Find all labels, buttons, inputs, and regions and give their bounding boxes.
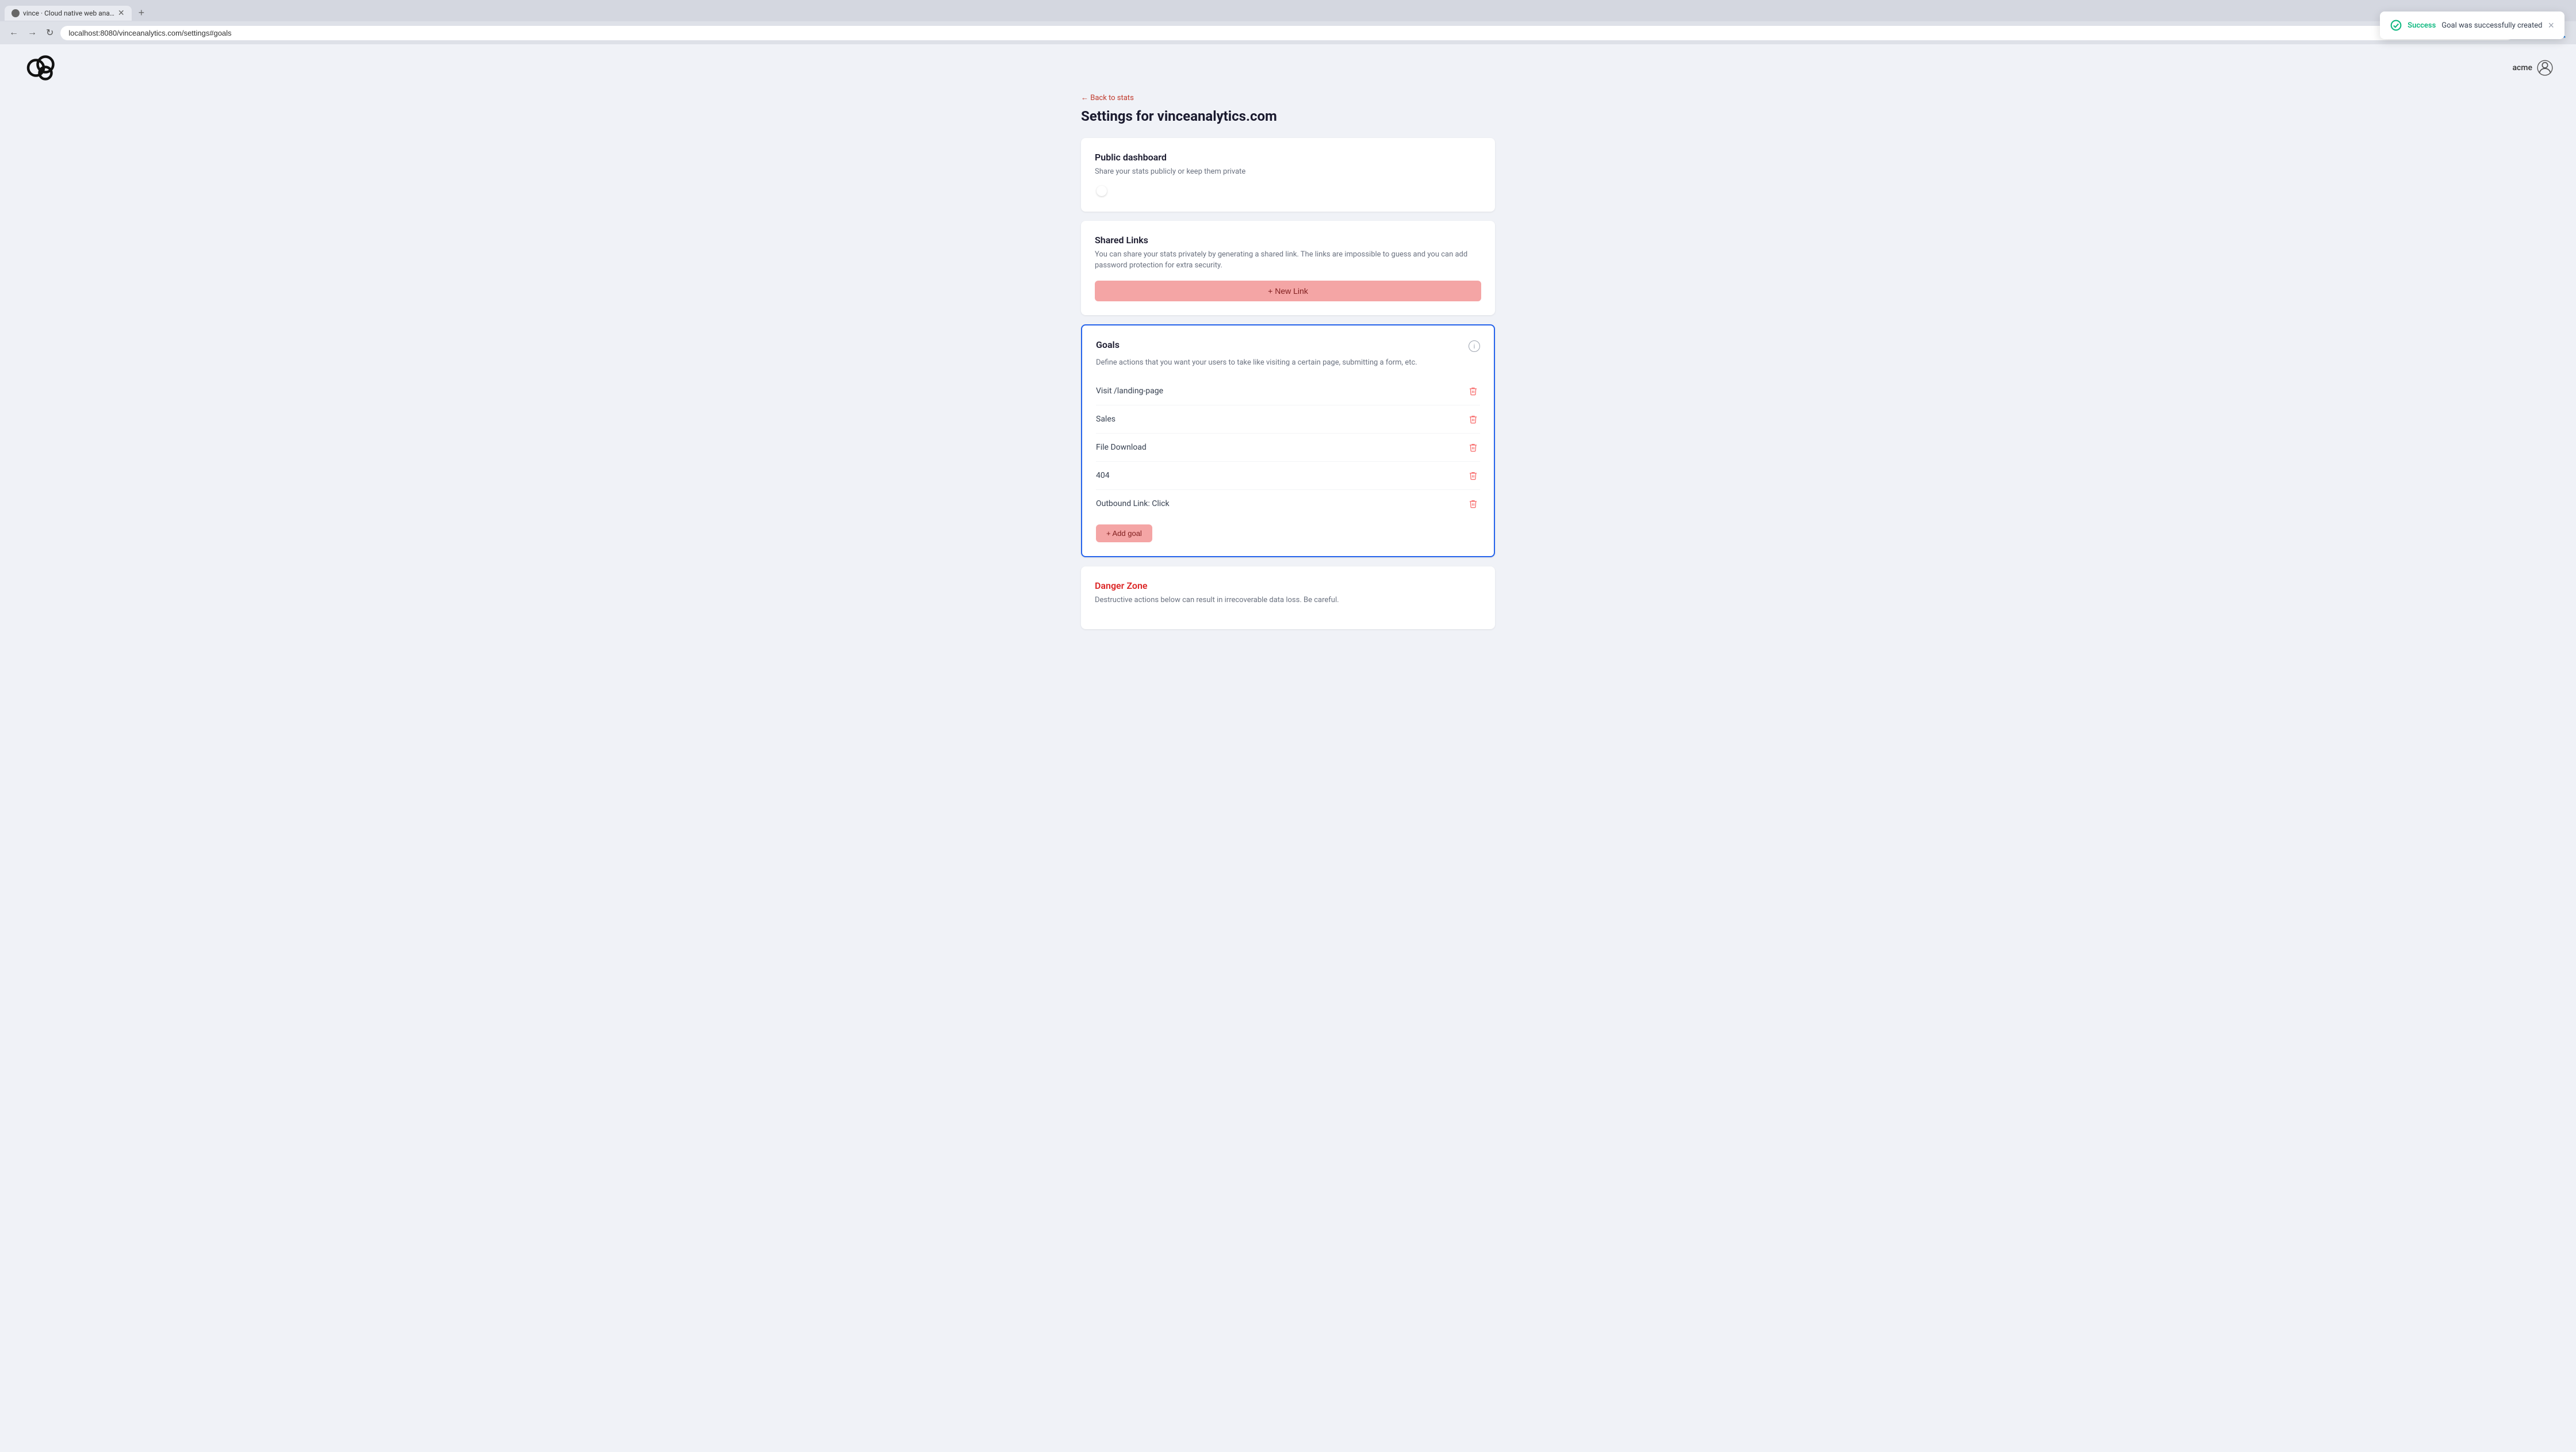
- goals-card: Goals i Define actions that you want you…: [1081, 324, 1495, 558]
- user-avatar-icon[interactable]: [2537, 60, 2553, 76]
- main-content: ← Back to stats Settings for vinceanalyt…: [1070, 91, 1506, 661]
- toast-success-icon: [2390, 20, 2402, 31]
- user-section: acme: [2512, 60, 2553, 76]
- goal-item-name: Outbound Link: Click: [1096, 499, 1170, 508]
- logo-svg: [23, 53, 57, 82]
- goal-delete-button[interactable]: [1466, 469, 1480, 482]
- trash-icon: [1469, 386, 1478, 396]
- tab-favicon: [12, 9, 20, 17]
- goal-delete-button[interactable]: [1466, 412, 1480, 426]
- danger-zone-title: Danger Zone: [1095, 580, 1481, 591]
- goal-delete-button[interactable]: [1466, 384, 1480, 398]
- goal-item: Outbound Link: Click: [1096, 490, 1480, 518]
- goal-list: Visit /landing-page Sales File Download …: [1096, 377, 1480, 518]
- danger-zone-card: Danger Zone Destructive actions below ca…: [1081, 566, 1495, 629]
- goals-title: Goals: [1096, 339, 1120, 350]
- shared-links-description: You can share your stats privately by ge…: [1095, 249, 1481, 271]
- trash-icon: [1469, 499, 1478, 508]
- goal-delete-button[interactable]: [1466, 497, 1480, 511]
- goal-item-name: 404: [1096, 471, 1110, 480]
- new-tab-button[interactable]: +: [134, 5, 150, 21]
- toast-message: Goal was successfully created: [2441, 21, 2542, 30]
- browser-chrome: vince · Cloud native web ana… ✕ + ← → ↻ …: [0, 0, 2576, 44]
- public-dashboard-title: Public dashboard: [1095, 152, 1481, 163]
- shared-links-title: Shared Links: [1095, 235, 1481, 246]
- add-goal-button[interactable]: + Add goal: [1096, 524, 1152, 542]
- trash-icon: [1469, 415, 1478, 424]
- browser-tab-bar: vince · Cloud native web ana… ✕ +: [0, 0, 2576, 21]
- public-dashboard-card: Public dashboard Share your stats public…: [1081, 138, 1495, 212]
- public-dashboard-description: Share your stats publicly or keep them p…: [1095, 166, 1481, 178]
- logo: [23, 53, 57, 82]
- goal-item: Visit /landing-page: [1096, 377, 1480, 405]
- reload-button[interactable]: ↻: [44, 25, 56, 41]
- danger-zone-description: Destructive actions below can result in …: [1095, 595, 1481, 606]
- new-link-button[interactable]: + New Link: [1095, 281, 1481, 301]
- forward-button[interactable]: →: [25, 25, 39, 40]
- page-title: Settings for vinceanalytics.com: [1081, 108, 1495, 124]
- goal-delete-button[interactable]: [1466, 440, 1480, 454]
- tab-close-button[interactable]: ✕: [118, 9, 125, 17]
- goal-item: 404: [1096, 462, 1480, 490]
- back-button[interactable]: ←: [7, 25, 21, 40]
- goal-item-name: Visit /landing-page: [1096, 386, 1163, 396]
- toast-close-button[interactable]: ×: [2548, 20, 2554, 30]
- goal-item: File Download: [1096, 434, 1480, 462]
- goal-item-name: File Download: [1096, 443, 1147, 452]
- goal-item-name: Sales: [1096, 415, 1116, 424]
- trash-icon: [1469, 443, 1478, 452]
- goals-description: Define actions that you want your users …: [1096, 357, 1480, 369]
- user-name: acme: [2512, 63, 2532, 72]
- goals-info-icon[interactable]: i: [1469, 340, 1480, 352]
- tab-title: vince · Cloud native web ana…: [23, 9, 114, 17]
- browser-tab[interactable]: vince · Cloud native web ana… ✕: [5, 6, 132, 21]
- shared-links-card: Shared Links You can share your stats pr…: [1081, 221, 1495, 315]
- back-to-stats-link[interactable]: ← Back to stats: [1081, 93, 1134, 102]
- success-toast: Success Goal was successfully created ×: [2380, 12, 2564, 39]
- toast-label: Success: [2408, 21, 2436, 30]
- goal-item: Sales: [1096, 405, 1480, 434]
- trash-icon: [1469, 471, 1478, 480]
- page-container: acme ← Back to stats Settings for vincea…: [0, 44, 2576, 1452]
- page-header: acme: [0, 44, 2576, 91]
- url-bar[interactable]: [60, 26, 2513, 40]
- browser-address-bar: ← → ↻ ☆ ⬡ 👤: [0, 21, 2576, 44]
- goals-title-row: Goals i: [1096, 339, 1480, 354]
